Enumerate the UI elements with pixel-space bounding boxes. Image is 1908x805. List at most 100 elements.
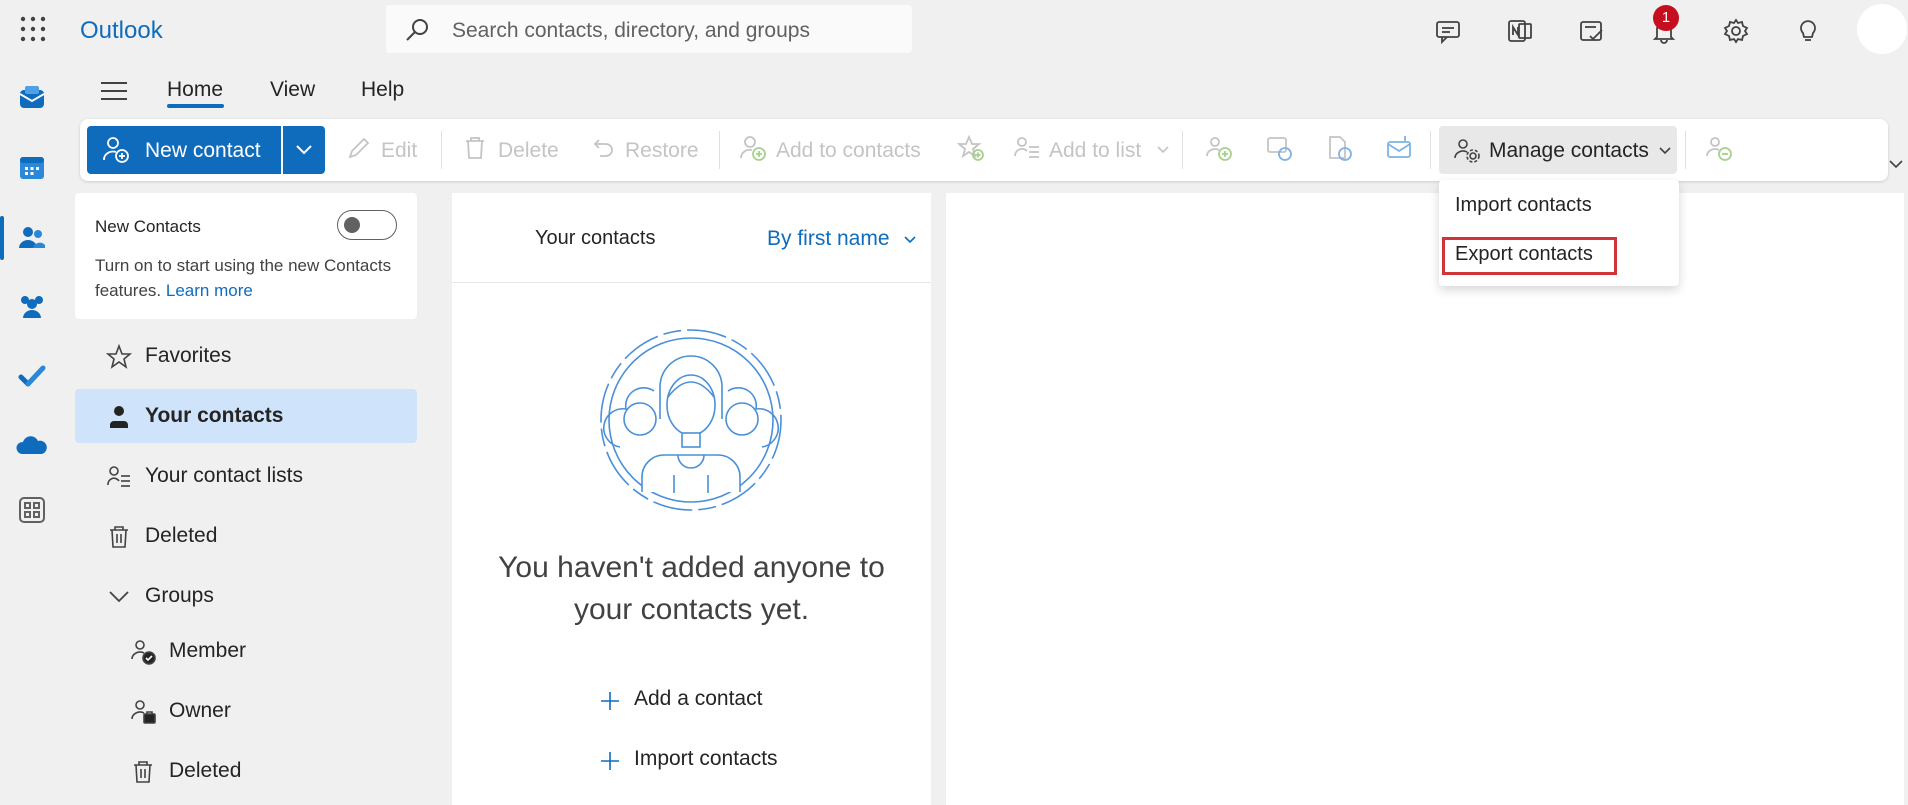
settings-gear-icon[interactable] [1719,14,1753,48]
empty-state-line-1: You haven't added anyone to [498,551,885,584]
app-title[interactable]: Outlook [80,17,163,45]
menu-item-import-contacts[interactable]: Import contacts [1455,194,1592,217]
new-contact-button[interactable]: New contact [87,126,281,174]
add-to-contacts-button[interactable]: Add to contacts [776,139,921,163]
nav-item-groups[interactable]: Groups [75,569,417,623]
todo-app-icon[interactable] [14,358,50,394]
nav-item-group-deleted[interactable]: Deleted [99,744,417,798]
add-a-contact-label: Add a contact [634,687,763,710]
teams-chat-icon[interactable] [1431,14,1465,48]
toolbar-divider [1685,131,1686,169]
contact-list-pane: Your contacts By first name You haven't … [452,193,931,805]
search-box[interactable]: Search contacts, directory, and groups [386,5,912,53]
add-favorite-star-icon[interactable] [956,133,986,163]
mail-app-icon[interactable] [14,80,50,116]
nav-label: Deleted [169,759,242,782]
remove-person-icon[interactable] [1704,133,1734,163]
more-apps-icon[interactable] [14,492,50,528]
import-contacts-link[interactable]: Import contacts [600,741,820,781]
nav-item-deleted[interactable]: Deleted [75,509,417,563]
nav-label: Deleted [145,524,218,547]
hamburger-menu-icon[interactable] [100,80,128,107]
edit-button[interactable]: Edit [381,139,417,163]
list-title: Your contacts [535,227,656,249]
new-contacts-title: New Contacts [95,217,201,236]
toolbar-divider [441,131,442,169]
command-toolbar: New contact Edit Delete Restore Add to c… [80,119,1888,181]
group-owner-icon [129,698,157,726]
person-icon [105,403,133,431]
chevron-down-icon [1659,147,1671,155]
add-person-icon [101,135,131,170]
nav-item-favorites[interactable]: Favorites [75,329,417,383]
top-bar: Outlook Search contacts, directory, and … [0,0,1908,62]
edit-pencil-icon[interactable] [344,133,374,163]
chevron-down-icon[interactable] [903,235,917,245]
new-contact-label: New contact [145,139,261,162]
onenote-icon[interactable] [1503,14,1537,48]
nav-label: Favorites [145,344,232,367]
star-icon [105,343,133,371]
share-chat-icon[interactable] [1264,133,1294,163]
nav-item-contact-lists[interactable]: Your contact lists [75,449,417,503]
learn-more-link[interactable]: Learn more [166,281,253,300]
list-header: Your contacts By first name [452,193,931,283]
toolbar-divider [1430,131,1431,169]
menu-item-export-contacts[interactable]: Export contacts [1455,243,1593,266]
chevron-down-icon[interactable] [1156,145,1170,155]
chevron-down-icon[interactable] [105,583,133,611]
tab-home[interactable]: Home [167,78,223,102]
group-member-icon [129,638,157,666]
manage-contacts-gear-icon [1453,136,1481,169]
add-to-list-icon[interactable] [1012,133,1042,163]
toolbar-divider [719,131,720,169]
empty-state-line-2: your contacts yet. [573,593,810,626]
manage-contacts-button[interactable]: Manage contacts [1439,126,1677,174]
import-contacts-label: Import contacts [634,747,778,770]
contact-card-icon[interactable] [1324,133,1354,163]
nav-label: Groups [145,584,214,607]
account-avatar[interactable] [1857,4,1907,54]
nav-item-your-contacts[interactable]: Your contacts [75,389,417,443]
trash-icon [129,758,157,786]
manage-contacts-label: Manage contacts [1489,139,1649,162]
plus-icon [601,752,619,770]
expand-ribbon-chevron-icon[interactable] [1888,158,1904,170]
add-a-contact-link[interactable]: Add a contact [600,681,820,721]
calendar-app-icon[interactable] [14,150,50,186]
chevron-down-icon [296,145,312,155]
search-input[interactable]: Search contacts, directory, and groups [452,19,810,43]
tab-view[interactable]: View [270,78,315,102]
tips-lightbulb-icon[interactable] [1791,14,1825,48]
nav-item-group-member[interactable]: Member [99,624,417,678]
tab-help[interactable]: Help [361,78,404,102]
toolbar-divider [1182,131,1183,169]
contact-list-icon [105,463,133,491]
new-contact-dropdown-button[interactable] [283,126,325,174]
onedrive-app-icon[interactable] [14,428,50,464]
add-person-green-icon[interactable] [1204,133,1234,163]
app-launcher-icon[interactable] [20,16,46,42]
search-icon [404,17,430,48]
trash-icon [105,523,133,551]
restore-button[interactable]: Restore [625,139,699,163]
sort-by-dropdown[interactable]: By first name [767,227,890,251]
new-contacts-description: Turn on to start using the new Contacts … [95,253,395,303]
add-to-list-button[interactable]: Add to list [1049,139,1141,163]
new-contacts-toggle[interactable] [337,210,397,240]
tab-home-underline [167,104,224,108]
notification-badge: 1 [1653,5,1679,31]
groups-app-icon[interactable] [14,288,50,324]
reading-pane [946,193,1904,805]
people-app-icon[interactable] [14,220,50,256]
rail-active-indicator [0,216,4,260]
empty-state-message: You haven't added anyone to your contact… [452,547,931,631]
to-do-icon[interactable] [1575,14,1609,48]
add-to-contacts-icon[interactable] [738,133,768,163]
delete-trash-icon[interactable] [460,133,490,163]
restore-undo-icon[interactable] [589,133,619,163]
nav-item-group-owner[interactable]: Owner [99,684,417,738]
delete-button[interactable]: Delete [498,139,559,163]
send-mail-icon[interactable] [1384,133,1414,163]
nav-label: Member [169,639,247,662]
